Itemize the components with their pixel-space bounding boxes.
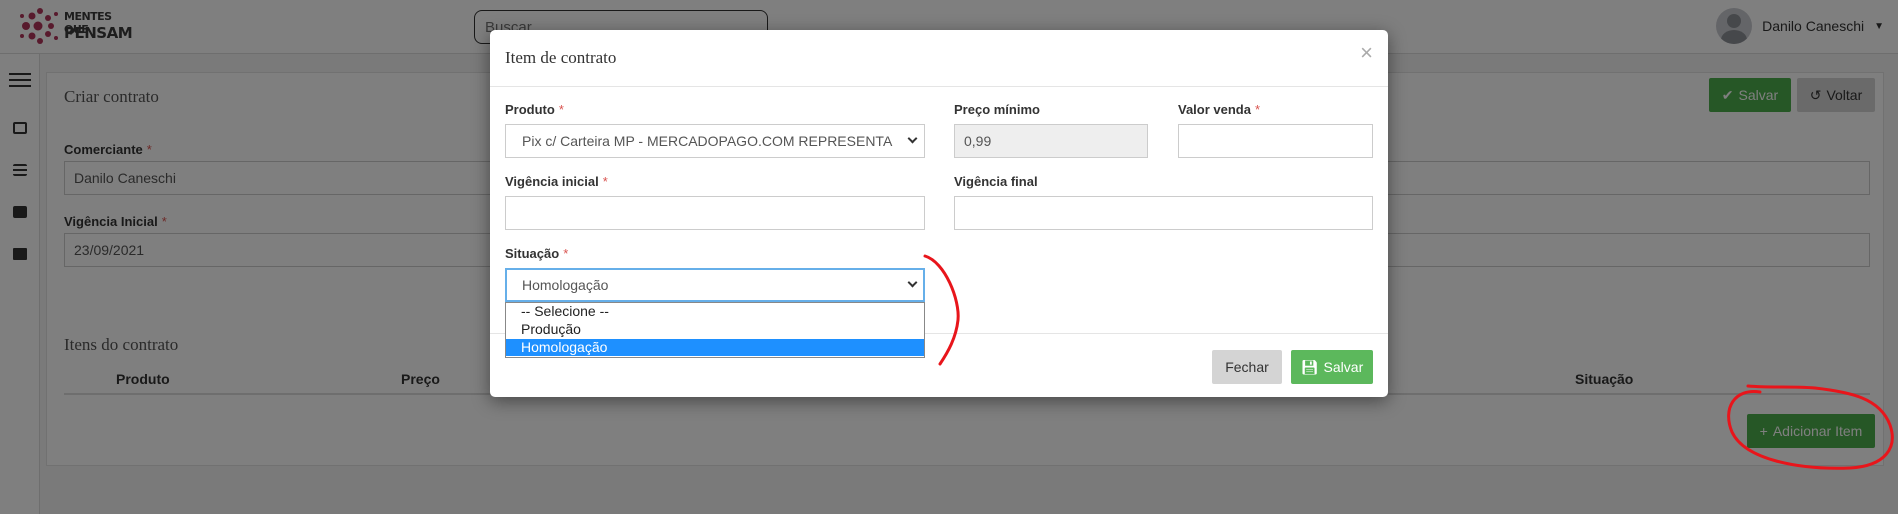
produto-label-text: Produto <box>505 102 555 117</box>
produto-label: Produto * <box>505 102 564 117</box>
valor-venda-input[interactable] <box>1178 124 1373 158</box>
produto-select[interactable]: Pix c/ Carteira MP - MERCADOPAGO.COM REP… <box>505 124 925 158</box>
required-mark: * <box>1254 102 1261 117</box>
required-mark: * <box>602 174 608 189</box>
modal-save-label: Salvar <box>1323 359 1364 375</box>
situacao-dropdown: -- Selecione -- Produção Homologação <box>505 302 925 358</box>
close-button[interactable]: Fechar <box>1212 350 1282 384</box>
modal-header: Item de contrato × <box>490 30 1388 87</box>
required-mark: * <box>563 246 569 261</box>
vigencia-final-label: Vigência final <box>954 174 1038 189</box>
situacao-option-producao[interactable]: Produção <box>506 321 924 338</box>
preco-minimo-field: 0,99 <box>954 124 1148 158</box>
preco-minimo-label: Preço mínimo <box>954 102 1040 117</box>
modal-save-button[interactable]: 💾︎ Salvar <box>1291 350 1373 384</box>
modal-vigencia-inicial-label-text: Vigência inicial <box>505 174 599 189</box>
contract-item-modal: Item de contrato × Produto * Pix c/ Carte… <box>490 30 1388 397</box>
produto-selected-value: Pix c/ Carteira MP - MERCADOPAGO.COM REP… <box>522 133 893 149</box>
situacao-label: Situação * <box>505 246 568 261</box>
valor-venda-label-text: Valor venda <box>1178 102 1251 117</box>
vigencia-final-input[interactable] <box>954 196 1373 230</box>
preco-minimo-value: 0,99 <box>964 133 992 149</box>
modal-vigencia-inicial-label: Vigência inicial * <box>505 174 608 189</box>
chevron-down-icon <box>907 133 918 144</box>
situacao-select[interactable]: Homologação <box>505 268 925 302</box>
floppy-disk-icon: 💾︎ <box>1300 358 1319 375</box>
modal-vigencia-inicial-input[interactable] <box>505 196 925 230</box>
situacao-option-homologacao[interactable]: Homologação <box>506 339 924 356</box>
chevron-down-icon <box>907 277 918 288</box>
situacao-option-selecione[interactable]: -- Selecione -- <box>506 303 924 320</box>
modal-title: Item de contrato <box>505 48 617 67</box>
valor-venda-label: Valor venda * <box>1178 102 1260 117</box>
situacao-selected-value: Homologação <box>522 277 609 293</box>
required-mark: * <box>558 102 564 117</box>
situacao-label-text: Situação <box>505 246 560 261</box>
close-icon[interactable]: × <box>1360 42 1373 64</box>
